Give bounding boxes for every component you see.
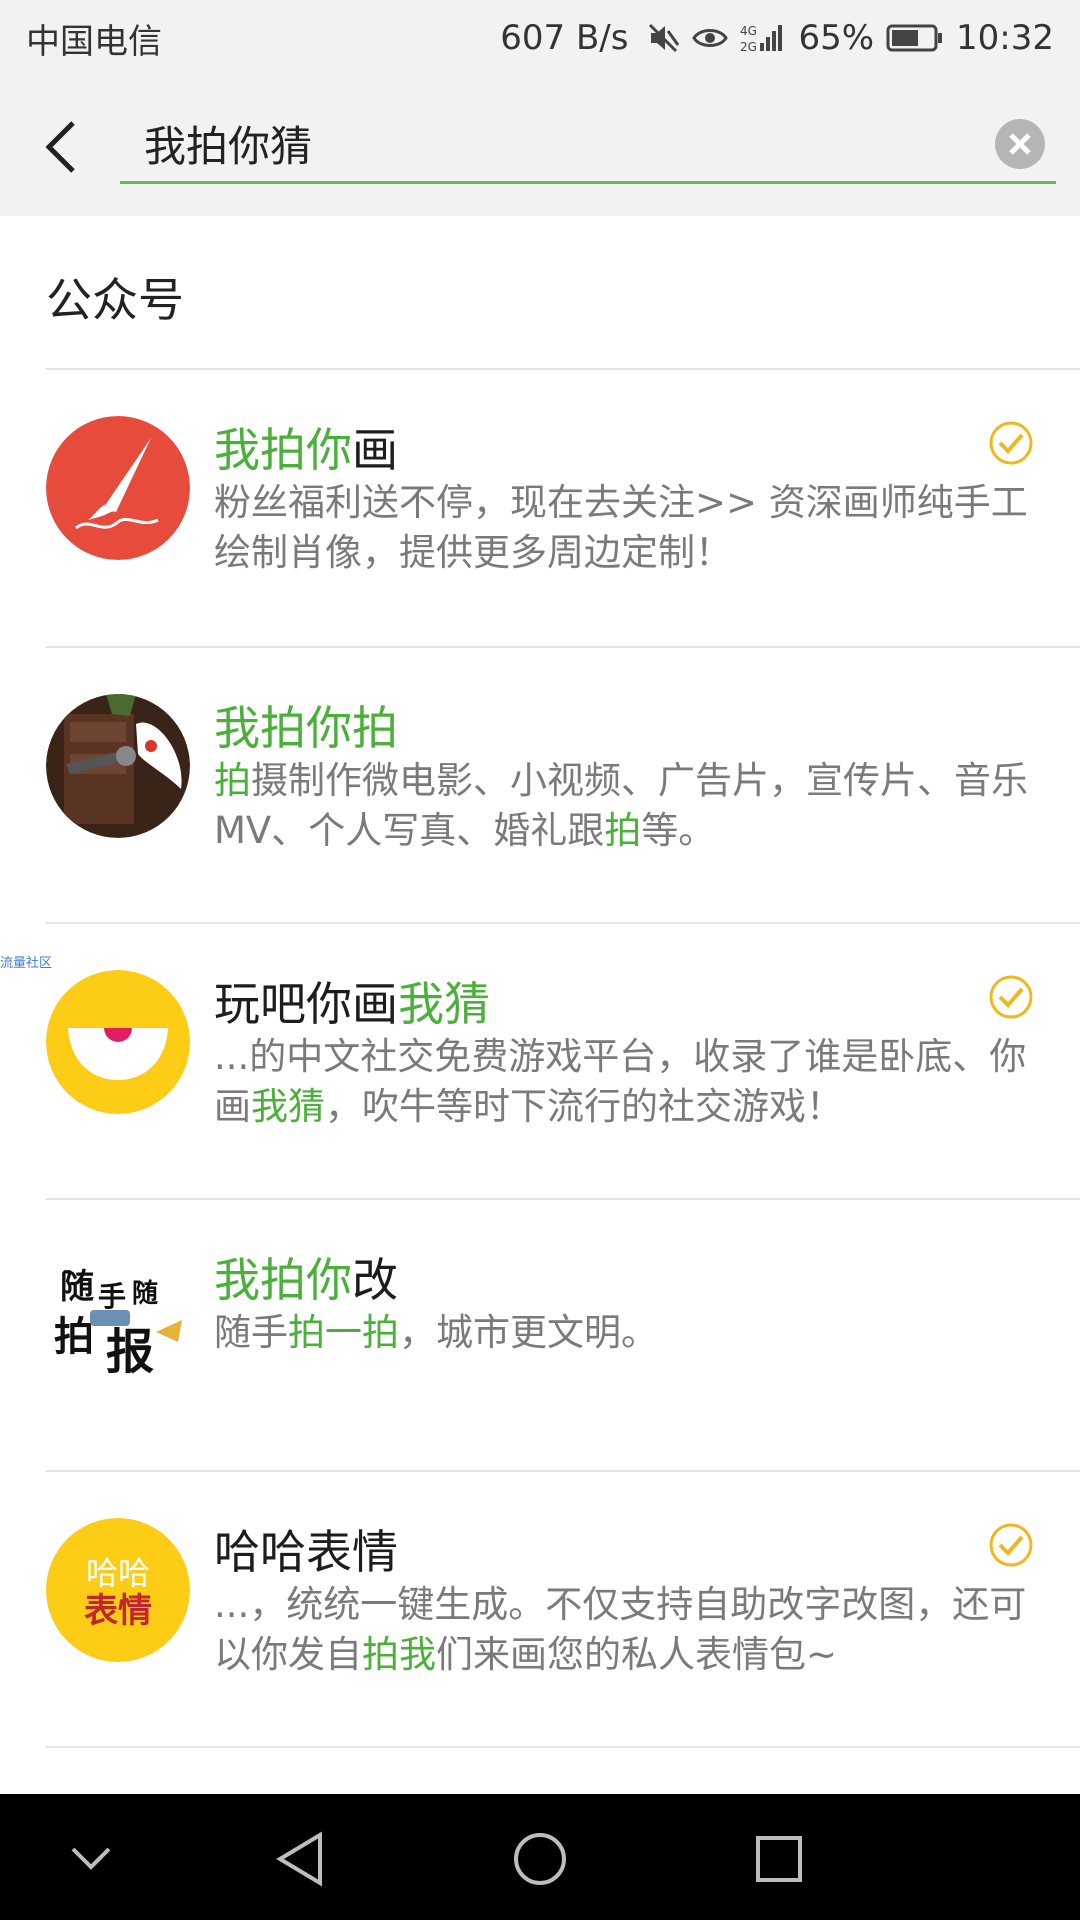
nav-recents-button[interactable] bbox=[744, 1824, 814, 1894]
haha-emoji-logo-icon: 哈哈 表情 bbox=[46, 1518, 190, 1662]
avatar-photo bbox=[46, 694, 190, 838]
camera-photo-icon bbox=[46, 694, 190, 838]
battery-icon bbox=[886, 23, 944, 53]
avatar-suishou-paibao: 随 手 随 拍 报 bbox=[46, 1246, 190, 1390]
highlight-text: 我猜 bbox=[251, 1085, 325, 1128]
svg-text:报: 报 bbox=[106, 1324, 154, 1380]
suishou-paibao-logo-icon: 随 手 随 拍 报 bbox=[46, 1246, 190, 1390]
section-title: 公众号 bbox=[46, 273, 184, 327]
result-description: 粉丝福利送不停，现在去关注>> 资深画师纯手工绘制肖像，提供更多周边定制！ bbox=[214, 478, 1034, 578]
result-title: 哈哈表情 bbox=[214, 1516, 398, 1582]
text-segment: 等。 bbox=[641, 809, 716, 852]
result-item[interactable]: 随 手 随 拍 报 我拍你改 随手拍一拍，城市更文明。 bbox=[0, 1200, 1080, 1474]
result-title: 我拍你画 bbox=[214, 414, 398, 480]
back-button[interactable] bbox=[30, 112, 90, 182]
yellow-face-logo-icon bbox=[46, 970, 190, 1114]
search-field bbox=[120, 106, 1056, 184]
verified-badge-icon bbox=[989, 1523, 1033, 1567]
divider bbox=[46, 1746, 1080, 1748]
network-type-4g: 4G bbox=[740, 24, 757, 38]
result-description: 随手拍一拍，城市更文明。 bbox=[214, 1308, 1034, 1358]
back-triangle-icon bbox=[276, 1831, 322, 1887]
signal-icon: 4G 2G bbox=[740, 21, 786, 55]
clock: 10:32 bbox=[956, 18, 1054, 58]
home-circle-icon bbox=[514, 1833, 566, 1885]
svg-text:表情: 表情 bbox=[84, 1591, 152, 1631]
text-segment: ，城市更文明。 bbox=[399, 1311, 658, 1354]
collapse-button[interactable] bbox=[56, 1824, 126, 1894]
result-description: ...，统统一键生成。不仅支持自助改字改图，还可以你发自拍我们来画您的私人表情包… bbox=[214, 1580, 1034, 1680]
clear-search-icon[interactable] bbox=[994, 118, 1046, 170]
result-title: 我拍你拍 bbox=[214, 692, 398, 758]
search-input[interactable] bbox=[120, 111, 994, 176]
result-description: ...的中文社交免费游戏平台，收录了谁是卧底、你画我猜，吹牛等时下流行的社交游戏… bbox=[214, 1032, 1034, 1132]
status-icons: 607 B/s 4G 2G 65% 10:32 bbox=[500, 18, 1054, 58]
text-segment: 画 bbox=[352, 423, 398, 477]
text-segment: ，吹牛等时下流行的社交游戏！ bbox=[325, 1085, 843, 1128]
recents-square-icon bbox=[756, 1836, 802, 1882]
highlight-text: 我拍你 bbox=[214, 423, 352, 477]
result-item[interactable]: 玩吧你画我猜 ...的中文社交免费游戏平台，收录了谁是卧底、你画我猜，吹牛等时下… bbox=[0, 924, 1080, 1198]
chevron-down-icon bbox=[71, 1847, 111, 1870]
highlight-text: 拍我 bbox=[362, 1633, 436, 1676]
highlight-text: 我拍你 bbox=[214, 1253, 352, 1307]
system-nav-bar bbox=[0, 1794, 1080, 1920]
result-item[interactable]: 我拍你画 粉丝福利送不停，现在去关注>> 资深画师纯手工绘制肖像，提供更多周边定… bbox=[0, 370, 1080, 644]
text-segment: 改 bbox=[352, 1253, 398, 1307]
net-speed: 607 B/s bbox=[500, 18, 629, 58]
avatar-paintbrush bbox=[46, 416, 190, 560]
text-segment: 哈哈表情 bbox=[214, 1525, 398, 1579]
result-title: 玩吧你画我猜 bbox=[214, 968, 490, 1034]
svg-text:手: 手 bbox=[98, 1280, 126, 1313]
screen: 中国电信 607 B/s 4G 2G 65% 10:32 我拍你猜 公众号 我拍… bbox=[0, 0, 1080, 1920]
svg-text:随: 随 bbox=[132, 1278, 158, 1309]
mute-icon bbox=[646, 21, 680, 55]
result-item[interactable]: 我拍你拍 拍摄制作微电影、小视频、广告片，宣传片、音乐MV、个人写真、婚礼跟拍等… bbox=[0, 648, 1080, 922]
result-item[interactable]: 哈哈 表情 哈哈表情 ...，统统一键生成。不仅支持自助改字改图，还可以你发自拍… bbox=[0, 1472, 1080, 1746]
svg-text:随: 随 bbox=[60, 1267, 94, 1307]
verified-badge-icon bbox=[989, 421, 1033, 465]
paintbrush-logo-icon bbox=[46, 416, 190, 560]
nav-back-button[interactable] bbox=[264, 1824, 334, 1894]
highlight-text: 我猜 bbox=[398, 977, 490, 1031]
text-segment: 玩吧你画 bbox=[214, 977, 398, 1031]
carrier-label: 中国电信 bbox=[26, 21, 162, 62]
eye-icon bbox=[692, 23, 729, 53]
highlight-text: 我拍你拍 bbox=[214, 701, 398, 755]
result-description: 拍摄制作微电影、小视频、广告片，宣传片、音乐MV、个人写真、婚礼跟拍等。 bbox=[214, 756, 1034, 856]
search-header bbox=[0, 76, 1080, 216]
highlight-text: 拍一拍 bbox=[288, 1311, 399, 1354]
text-segment: 粉丝福利送不停，现在去关注>> 资深画师纯手工绘制肖像，提供更多周边定制！ bbox=[214, 481, 1028, 574]
avatar-haha-emoji: 哈哈 表情 bbox=[46, 1518, 190, 1662]
nav-home-button[interactable] bbox=[505, 1824, 575, 1894]
highlight-text: 拍 bbox=[214, 759, 251, 802]
avatar-yellow-face bbox=[46, 970, 190, 1114]
text-segment: 们来画您的私人表情包~ bbox=[436, 1633, 838, 1676]
svg-text:哈哈: 哈哈 bbox=[86, 1554, 150, 1592]
highlight-text: 拍 bbox=[604, 809, 642, 852]
result-title: 我拍你改 bbox=[214, 1244, 398, 1310]
status-bar: 中国电信 607 B/s 4G 2G 65% 10:32 bbox=[0, 0, 1080, 76]
battery-percent: 65% bbox=[798, 18, 875, 58]
verified-badge-icon bbox=[989, 975, 1033, 1019]
chevron-left-icon bbox=[45, 121, 75, 173]
network-type-2g: 2G bbox=[740, 40, 757, 54]
svg-text:拍: 拍 bbox=[54, 1314, 94, 1360]
text-segment: 随手 bbox=[214, 1311, 288, 1354]
